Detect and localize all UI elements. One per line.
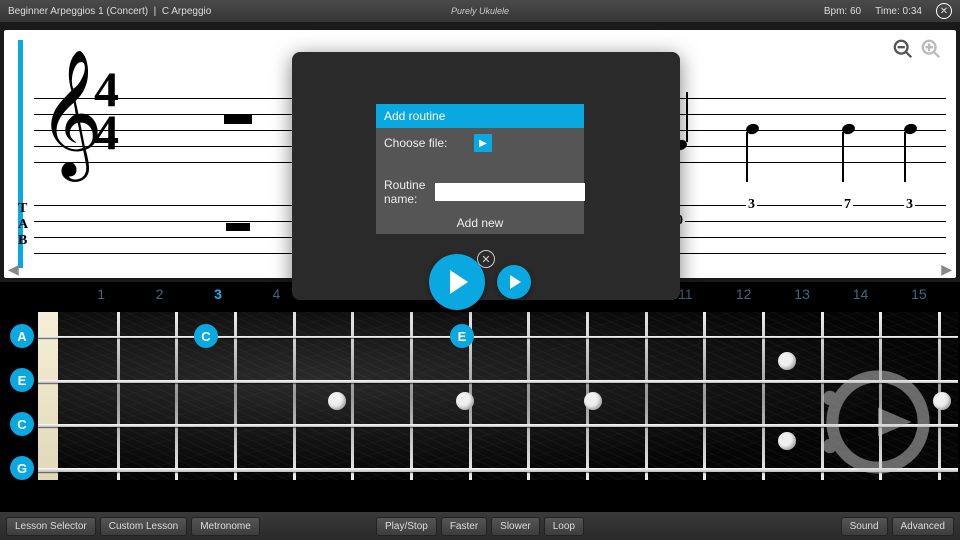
fret-number[interactable]: 15 (890, 286, 948, 302)
open-string-label[interactable]: A (10, 324, 34, 348)
metronome-button[interactable]: Metronome (191, 517, 260, 536)
top-bar: Beginner Arpeggios 1 (Concert) | C Arpeg… (0, 0, 960, 22)
prev-page-icon[interactable]: ◀ (8, 261, 19, 278)
fret-number[interactable]: 1 (72, 286, 130, 302)
lesson-name: Beginner Arpeggios 1 (Concert) (8, 6, 148, 17)
next-page-icon[interactable]: ▶ (941, 261, 952, 278)
custom-lesson-button[interactable]: Custom Lesson (100, 517, 187, 536)
bpm-display: Bpm: 60 (824, 6, 861, 17)
sound-button[interactable]: Sound (841, 517, 888, 536)
lesson-selector-button[interactable]: Lesson Selector (6, 517, 96, 536)
faster-button[interactable]: Faster (441, 517, 487, 536)
tab-number: 3 (904, 197, 915, 213)
fretboard-area: 123456789101112131415 A E C G C E (0, 282, 960, 512)
add-new-button[interactable]: Add new (376, 212, 584, 234)
open-string-label[interactable]: E (10, 368, 34, 392)
loop-button[interactable]: Loop (544, 517, 584, 536)
routine-name-input[interactable] (435, 183, 585, 201)
fret-number[interactable]: 13 (773, 286, 831, 302)
play-stop-button[interactable]: Play/Stop (376, 517, 437, 536)
title-sep: | (154, 6, 157, 17)
fret-number[interactable]: 3 (189, 286, 247, 302)
time-display: Time: 0:34 (875, 6, 922, 17)
tab-number: 7 (842, 197, 853, 213)
open-string-label[interactable]: G (10, 456, 34, 480)
score-area: 𝄞 4 4 T A B 0 0 0 3 7 (0, 22, 960, 282)
zoom-out-icon[interactable] (892, 38, 914, 60)
fretboard[interactable]: C E (38, 312, 958, 480)
tab-number: 3 (746, 197, 757, 213)
rest-icon (224, 114, 252, 124)
playback-controls (429, 254, 531, 310)
routine-name-label: Routine name: (384, 178, 425, 206)
fret-number[interactable]: 2 (130, 286, 188, 302)
choose-file-label: Choose file: (384, 136, 464, 150)
slower-button[interactable]: Slower (491, 517, 540, 536)
fret-marker-icon (778, 432, 796, 450)
advanced-button[interactable]: Advanced (892, 517, 954, 536)
lesson-title: Beginner Arpeggios 1 (Concert) | C Arpeg… (8, 6, 211, 17)
finger-marker[interactable]: E (450, 324, 474, 348)
bottom-bar: Lesson Selector Custom Lesson Metronome … (0, 512, 960, 540)
play-button[interactable] (429, 254, 485, 310)
fret-marker-icon (584, 392, 602, 410)
fret-number[interactable]: 12 (714, 286, 772, 302)
piece-name: C Arpeggio (162, 6, 211, 17)
fret-marker-icon (778, 352, 796, 370)
open-string-label[interactable]: C (10, 412, 34, 436)
brand-logo: Purely Ukulele (451, 6, 509, 16)
fret-number[interactable]: 14 (831, 286, 889, 302)
tab-letter: A (18, 217, 28, 233)
time-signature: 4 4 (94, 68, 119, 153)
fret-marker-icon (328, 392, 346, 410)
loop-overlay-icon (818, 362, 938, 480)
finger-marker[interactable]: C (194, 324, 218, 348)
choose-file-button[interactable]: ▶ (474, 134, 492, 152)
fret-marker-icon (456, 392, 474, 410)
zoom-in-icon[interactable] (920, 38, 942, 60)
play-small-button[interactable] (497, 265, 531, 299)
tab-rest-icon (226, 223, 250, 231)
dialog-title: Add routine (376, 104, 584, 128)
dialog-panel: Add routine Choose file: ▶ Routine name:… (376, 104, 584, 234)
tab-letter: B (18, 233, 27, 249)
tab-letter: T (18, 201, 27, 217)
close-icon[interactable]: ✕ (936, 3, 952, 19)
